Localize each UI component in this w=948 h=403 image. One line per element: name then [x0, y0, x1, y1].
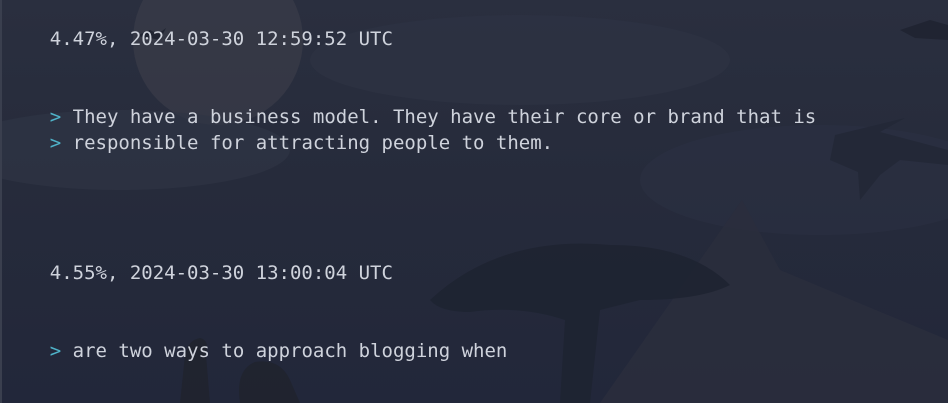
dinosaur-silhouette — [239, 361, 300, 403]
entry-header-text: 4.55%, 2024-03-30 13:00:04 UTC — [49, 262, 393, 284]
quote-line: > are two ways to approach blogging when — [4, 312, 508, 362]
quote-line: > They have a business model. They have … — [4, 78, 816, 128]
quote-line-text: are two ways to approach blogging when — [72, 340, 508, 362]
terminal-window[interactable]: 4.47%, 2024-03-30 12:59:52 UTC > They ha… — [0, 0, 948, 403]
quote-prompt-symbol: > — [49, 132, 62, 154]
bird-silhouette — [900, 20, 948, 40]
quote-prompt-symbol: > — [49, 340, 62, 362]
quote-line: > responsible for attracting people to t… — [4, 104, 553, 154]
entry-header-text: 4.47%, 2024-03-30 12:59:52 UTC — [49, 28, 393, 50]
quote-line-text: responsible for attracting people to the… — [72, 132, 554, 154]
entry-header: 4.47%, 2024-03-30 12:59:52 UTC — [4, 0, 393, 50]
entry-header: 4.55%, 2024-03-30 13:00:04 UTC — [4, 234, 393, 284]
window-left-border — [0, 0, 2, 403]
